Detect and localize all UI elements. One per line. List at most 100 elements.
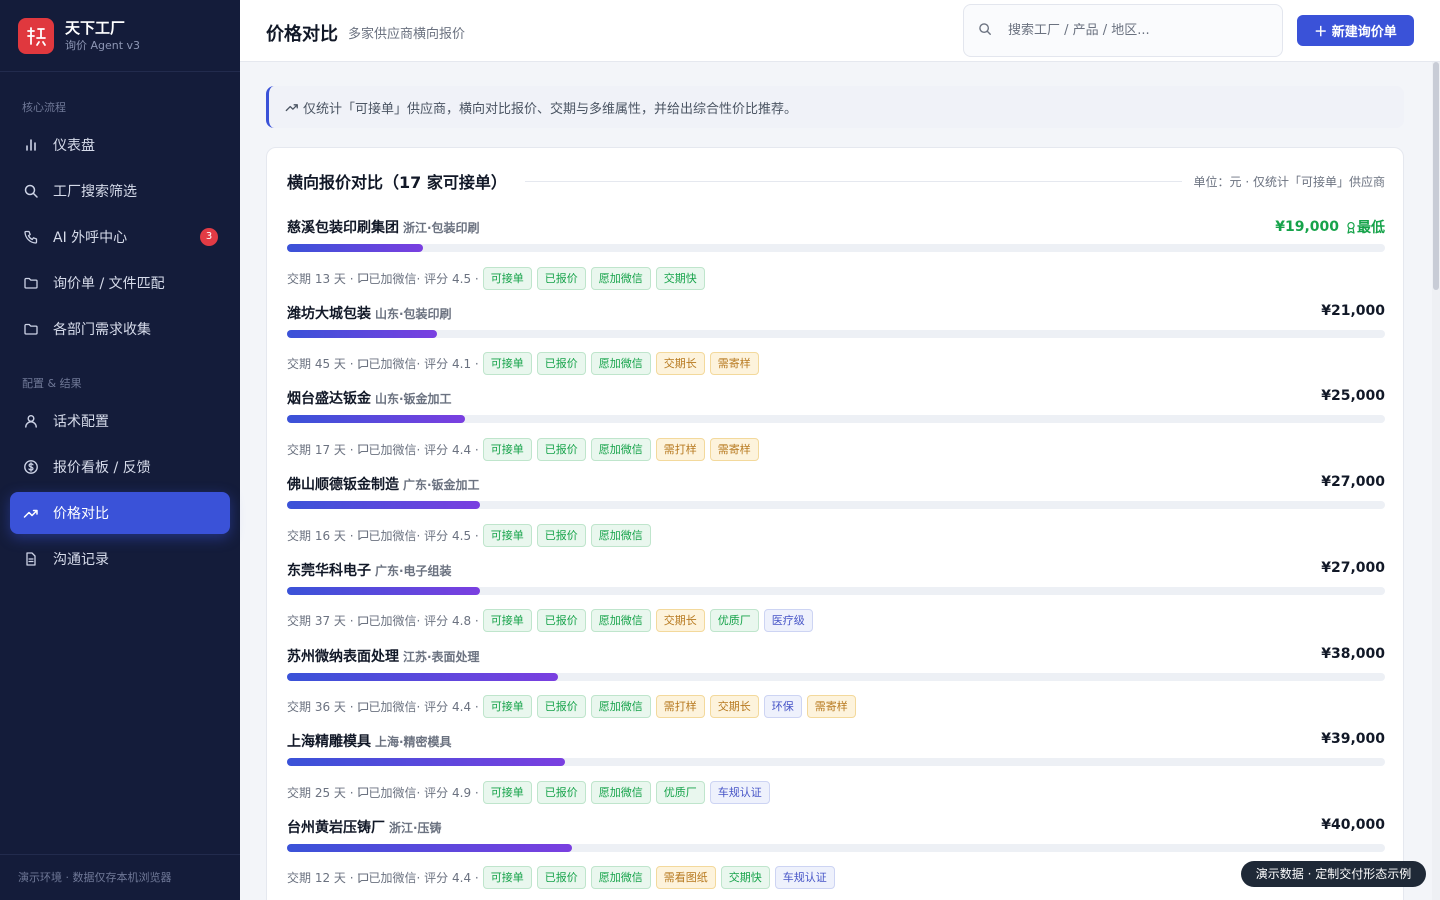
scrollbar[interactable] <box>1432 62 1440 900</box>
sidebar-item-label: 话术配置 <box>53 414 109 430</box>
supplier-name[interactable]: 东莞华科电子 <box>287 563 371 579</box>
supplier-rating: · 评分 4.4 · <box>416 871 479 886</box>
price-value: ¥27,000 <box>1321 474 1385 491</box>
sidebar-item-department-requests[interactable]: 各部门需求收集 <box>10 308 230 350</box>
supplier-region: 上海·精密模具 <box>375 735 452 750</box>
price-value: ¥25,000 <box>1321 388 1385 405</box>
tag-list: 可接单 已报价 愿加微信 需打样 交期长 环保 需寄样 <box>482 695 861 718</box>
row-header: 东莞华科电子 广东·电子组装 ¥27,000 <box>287 559 1385 579</box>
price-bar-fill <box>287 672 559 681</box>
comparison-card: 横向报价对比（17 家可接单） 单位：元 · 仅统计「可接单」供应商 慈溪包装印… <box>266 147 1404 900</box>
supplier-name[interactable]: 上海精雕模具 <box>287 734 371 750</box>
price-bar-fill <box>287 586 480 595</box>
supplier-row[interactable]: 苏州微纳表面处理 江苏·表面处理 ¥38,000 交期 36 天 · 已加微信 · 评分 … <box>287 645 1385 731</box>
sidebar-item-label: 询价单 / 文件匹配 <box>53 276 165 292</box>
sidebar-item-factory-search[interactable]: 工厂搜索筛选 <box>10 170 230 212</box>
sidebar-item-quote-board[interactable]: 报价看板 / 反馈 <box>10 446 230 488</box>
wechat-status: 已加微信 <box>368 442 417 457</box>
supplier-row[interactable]: 潍坊大城包装 山东·包装印刷 ¥21,000 交期 45 天 · 已加微信 · 评分 4.… <box>287 302 1385 388</box>
search-box[interactable] <box>963 4 1283 57</box>
scroll-thumb[interactable] <box>1433 62 1439 290</box>
sidebar-item-dashboard[interactable]: 仪表盘 <box>10 124 230 166</box>
supplier-name[interactable]: 佛山顺德钣金制造 <box>287 477 399 493</box>
sidebar-item-price-compare[interactable]: 价格对比 <box>10 492 230 534</box>
supplier-row[interactable]: 烟台盛达钣金 山东·钣金加工 ¥25,000 交期 17 天 · 已加微信 · 评分 4.… <box>287 387 1385 473</box>
supplier-region: 山东·包装印刷 <box>375 306 452 321</box>
notice-text: 仅统计「可接单」供应商，横向对比报价、交期与多维属性，并给出综合性价比推荐。 <box>303 101 798 117</box>
supplier-name[interactable]: 苏州微纳表面处理 <box>287 649 399 665</box>
row-header: 苏州微纳表面处理 江苏·表面处理 ¥38,000 <box>287 645 1385 665</box>
tag-chip: 需打样 <box>655 695 705 718</box>
supplier-rating: · 评分 4.4 · <box>416 700 479 714</box>
wechat-status: 已加微信 <box>368 614 417 629</box>
brand-subtitle: 询价 Agent v3 <box>65 38 141 52</box>
supplier-price: ¥38,000 <box>1321 646 1385 662</box>
chat-icon <box>357 615 369 627</box>
price-bar <box>287 758 1385 767</box>
supplier-meta: 交期 16 天 · 已加微信 · 评分 4.5 · 可接单 已报价 愿加微信 <box>287 523 656 547</box>
supplier-rating: · 评分 4.5 · <box>416 271 479 286</box>
lead-time: 交期 16 天 · <box>287 528 354 543</box>
tag-chip: 已报价 <box>536 780 586 804</box>
lead-time: 交期 36 天 · <box>287 700 354 714</box>
supplier-rating: · 评分 4.8 · <box>416 614 479 629</box>
main-content: 仅统计「可接单」供应商，横向对比报价、交期与多维属性，并给出综合性价比推荐。 横… <box>240 62 1428 900</box>
tag-chip: 交期长 <box>655 352 705 376</box>
row-header: 台州黄岩压铸厂 浙江·压铸 ¥40,000 <box>287 816 1385 836</box>
sidebar-item-communication-log[interactable]: 沟通记录 <box>10 538 230 580</box>
price-bar <box>287 329 1385 338</box>
sidebar-item-script-config[interactable]: 话术配置 <box>10 400 230 442</box>
tag-list: 可接单 已报价 愿加微信 优质厂 车规认证 <box>482 780 775 804</box>
wechat-status: 已加微信 <box>368 528 417 543</box>
brand[interactable]: 天下工厂 询价 Agent v3 <box>0 0 240 72</box>
tag-chip: 愿加微信 <box>590 266 651 290</box>
page-title: 价格对比 <box>266 24 338 45</box>
row-header: 潍坊大城包装 山东·包装印刷 ¥21,000 <box>287 302 1385 322</box>
wechat-status: 已加微信 <box>368 700 417 714</box>
bar-chart-icon <box>22 136 40 154</box>
supplier-row[interactable]: 慈溪包装印刷集团 浙江·包装印刷 ¥19,000 最低 交期 13 天 · 已加微信 · 评… <box>287 216 1385 302</box>
supplier-row[interactable]: 佛山顺德钣金制造 广东·钣金加工 ¥27,000 交期 16 天 · 已加微信 · 评分 … <box>287 473 1385 559</box>
price-value: ¥27,000 <box>1321 559 1385 576</box>
price-bar-fill <box>287 415 466 424</box>
sidebar-item-label: 沟通记录 <box>53 552 109 568</box>
dollar-icon <box>22 458 40 476</box>
supplier-meta: 交期 37 天 · 已加微信 · 评分 4.8 · 可接单 已报价 愿加微信 交期长 优质厂医… <box>287 609 818 633</box>
sidebar-item-ai-call-center[interactable]: AI 外呼中心 3 <box>10 216 230 258</box>
supplier-row[interactable]: 台州黄岩压铸厂 浙江·压铸 ¥40,000 交期 12 天 · 已加微信 · 评分 4.4… <box>287 816 1385 900</box>
title-divider <box>524 180 1182 182</box>
tag-chip: 可接单 <box>482 695 532 718</box>
tag-chip: 已报价 <box>536 609 586 633</box>
tag-chip: 需看图纸 <box>655 866 716 890</box>
tag-chip: 优质厂 <box>709 609 759 633</box>
info-notice: 仅统计「可接单」供应商，横向对比报价、交期与多维属性，并给出综合性价比推荐。 <box>266 86 1404 128</box>
tag-chip: 车规认证 <box>709 780 770 804</box>
search-icon <box>978 21 992 40</box>
tag-chip: 已报价 <box>536 352 586 376</box>
tag-chip: 可接单 <box>482 866 532 890</box>
supplier-title: 烟台盛达钣金 山东·钣金加工 <box>287 388 452 408</box>
new-inquiry-button[interactable]: ＋ 新建询价单 <box>1297 15 1414 46</box>
supplier-meta: 交期 13 天 · 已加微信 · 评分 4.5 · 可接单 已报价 愿加微信 交期快 <box>287 266 710 290</box>
supplier-name[interactable]: 潍坊大城包装 <box>287 306 371 322</box>
supplier-name[interactable]: 烟台盛达钣金 <box>287 391 371 407</box>
wechat-status: 已加微信 <box>368 785 417 800</box>
supplier-price: ¥25,000 <box>1321 388 1385 404</box>
tag-chip: 愿加微信 <box>590 866 651 890</box>
wechat-status: 已加微信 <box>368 357 417 372</box>
supplier-title: 上海精雕模具 上海·精密模具 <box>287 731 452 751</box>
search-input[interactable] <box>1008 23 1258 38</box>
supplier-name[interactable]: 慈溪包装印刷集团 <box>287 220 399 236</box>
lead-time: 交期 37 天 · <box>287 614 354 629</box>
card-title: 横向报价对比（17 家可接单） <box>287 173 507 192</box>
supplier-row[interactable]: 上海精雕模具 上海·精密模具 ¥39,000 交期 25 天 · 已加微信 · 评分 4.… <box>287 730 1385 816</box>
supplier-row[interactable]: 东莞华科电子 广东·电子组装 ¥27,000 交期 37 天 · 已加微信 · 评分 4.… <box>287 559 1385 645</box>
sidebar-item-inquiry-files[interactable]: 询价单 / 文件匹配 <box>10 262 230 304</box>
supplier-name[interactable]: 台州黄岩压铸厂 <box>287 820 385 836</box>
price-value: ¥38,000 <box>1321 645 1385 662</box>
sidebar-item-label: 价格对比 <box>53 506 109 522</box>
supplier-meta: 交期 45 天 · 已加微信 · 评分 4.1 · 可接单 已报价 愿加微信 交期长 需寄样 <box>287 352 764 376</box>
sidebar-item-label: 仪表盘 <box>53 138 95 154</box>
folder-icon <box>22 320 40 338</box>
tag-chip: 需打样 <box>655 437 705 461</box>
